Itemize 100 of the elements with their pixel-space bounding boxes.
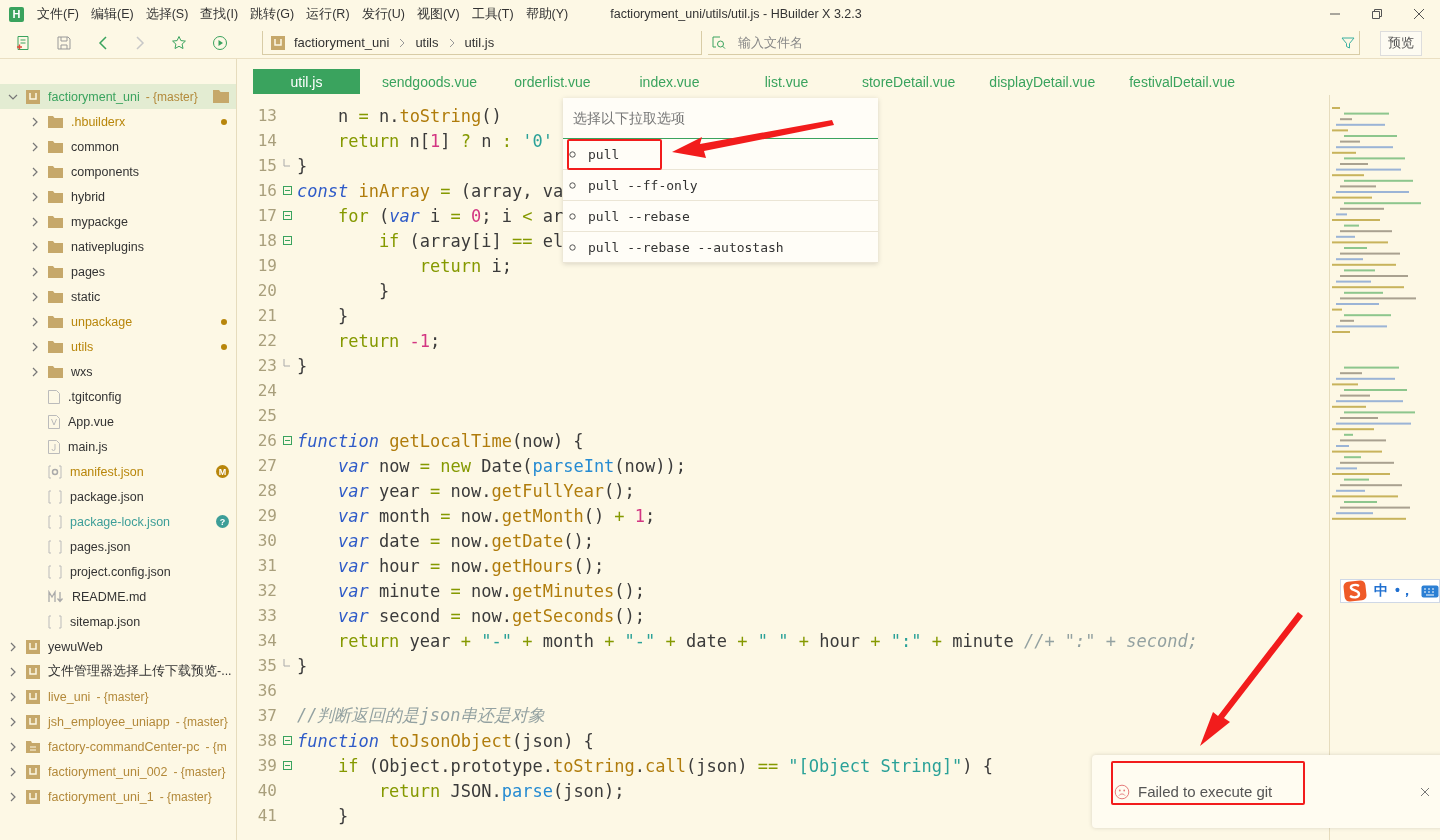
chevron-right-icon[interactable] — [8, 666, 18, 677]
folder-icon — [48, 165, 63, 178]
folder-icon — [48, 365, 63, 378]
line-number: 17 — [256, 206, 277, 225]
chevron-right-icon[interactable] — [8, 741, 18, 752]
chevron-right-icon[interactable] — [30, 166, 40, 177]
input-mode[interactable]: 中 — [1374, 582, 1388, 600]
project-icon — [271, 35, 285, 50]
menu-item[interactable]: 工具(T) — [471, 5, 514, 23]
code-line: var now = new Date(parseInt(now)); — [336, 455, 686, 476]
chevron-right-icon[interactable] — [8, 691, 18, 702]
menu-item[interactable]: 跳转(G) — [250, 5, 295, 23]
tree-item[interactable]: yewuWeb — [0, 634, 236, 659]
vue-file-icon — [48, 414, 60, 429]
fold-icon[interactable] — [282, 761, 292, 770]
tree-item[interactable]: common — [0, 134, 236, 159]
star-icon[interactable] — [171, 35, 187, 51]
chevron-right-icon[interactable] — [8, 716, 18, 727]
line-number: 29 — [256, 506, 277, 525]
option-circle-icon — [569, 212, 576, 220]
chevron-right-icon[interactable] — [30, 266, 40, 277]
back-icon[interactable] — [97, 35, 109, 51]
line-number: 23 — [256, 356, 277, 375]
chevron-right-icon[interactable] — [8, 766, 18, 777]
breadcrumb-item[interactable]: factioryment_uni — [294, 35, 390, 50]
tree-item[interactable]: mypackge — [0, 209, 236, 234]
tree-item[interactable]: .tgitconfig — [0, 384, 236, 409]
punctuation-mode[interactable]: •， — [1395, 582, 1414, 600]
tree-item[interactable]: pages.json — [0, 534, 236, 559]
tree-item[interactable]: components — [0, 159, 236, 184]
new-file-icon[interactable] — [15, 35, 31, 51]
tree-item[interactable]: package.json — [0, 484, 236, 509]
logo-icon[interactable] — [1343, 580, 1367, 602]
code-line: return JSON.parse(json); — [377, 780, 625, 801]
branch-label: - {master} — [159, 789, 212, 804]
breadcrumb-item[interactable]: utils — [415, 35, 439, 50]
run-icon[interactable] — [212, 35, 228, 51]
tree-item[interactable]: main.js — [0, 434, 236, 459]
branch-label: - {master} — [96, 689, 149, 704]
tree-item[interactable]: nativeplugins — [0, 234, 236, 259]
line-number: 25 — [256, 406, 277, 425]
fold-icon[interactable] — [282, 186, 292, 195]
project-icon — [26, 789, 40, 804]
folder-icon — [26, 740, 40, 753]
chevron-right-icon[interactable] — [30, 316, 40, 327]
close-icon[interactable] — [1413, 8, 1425, 20]
chevron-right-icon[interactable] — [30, 116, 40, 127]
tree-item[interactable]: pages — [0, 259, 236, 284]
breadcrumb-item[interactable]: util.js — [464, 35, 495, 50]
chevron-right-icon[interactable] — [8, 791, 18, 802]
folder-icon — [48, 215, 63, 228]
tree-item-label: README.md — [72, 589, 147, 604]
chevron-right-icon[interactable] — [8, 641, 18, 652]
fold-icon[interactable] — [282, 436, 292, 445]
chevron-right-icon[interactable] — [30, 341, 40, 352]
chevron-right-icon[interactable] — [30, 291, 40, 302]
preview-button[interactable]: 预览 — [1380, 30, 1422, 56]
menu-item[interactable]: 帮助(Y) — [525, 5, 569, 23]
code-line: //判断返回的是json串还是对象 — [297, 704, 546, 727]
fold-icon[interactable] — [282, 211, 292, 220]
chevron-right-icon[interactable] — [30, 216, 40, 227]
tree-item[interactable]: project.config.json — [0, 559, 236, 584]
menu-item[interactable]: 编辑(E) — [90, 5, 134, 23]
restore-icon[interactable] — [1371, 8, 1383, 20]
tree-item[interactable]: hybrid — [0, 184, 236, 209]
tree-item[interactable]: sitemap.json — [0, 609, 236, 634]
tree-item-label: wxs — [71, 364, 93, 379]
line-number: 39 — [256, 756, 277, 775]
chevron-right-icon[interactable] — [30, 191, 40, 202]
code-line: } — [336, 305, 349, 326]
close-icon[interactable] — [1420, 786, 1430, 797]
menu-item[interactable]: 发行(U) — [361, 5, 405, 23]
menu-option[interactable]: pull --rebase --autostash — [563, 232, 878, 263]
filter-icon[interactable] — [1341, 35, 1355, 50]
menu-item[interactable]: 查找(I) — [200, 5, 239, 23]
tree-item[interactable]: static — [0, 284, 236, 309]
project-icon — [26, 689, 40, 704]
line-number: 27 — [256, 456, 277, 475]
tree-item[interactable]: App.vue — [0, 409, 236, 434]
menu-item[interactable]: 文件(F) — [37, 5, 79, 23]
menu-item[interactable]: 选择(S) — [145, 5, 189, 23]
fold-icon[interactable] — [282, 236, 292, 245]
menu-option[interactable]: pull --ff-only — [563, 170, 878, 201]
branch-label: - {m — [205, 739, 227, 754]
keyboard-icon[interactable] — [1420, 584, 1439, 598]
tree-item[interactable]: README.md — [0, 584, 236, 609]
menu-item[interactable]: 视图(V) — [416, 5, 460, 23]
menu-option[interactable]: pull --rebase — [563, 201, 878, 232]
line-number: 24 — [256, 381, 277, 400]
tree-item[interactable]: wxs — [0, 359, 236, 384]
tree-item[interactable]: 文件管理器选择上传下载预览-... — [0, 659, 236, 684]
tree-item-label: hybrid — [71, 189, 106, 204]
search-field[interactable]: 输入文件名 — [736, 34, 1331, 51]
chevron-right-icon[interactable] — [30, 141, 40, 152]
fold-icon[interactable] — [282, 736, 292, 745]
chevron-right-icon[interactable] — [30, 241, 40, 252]
pull-option-field[interactable]: 选择以下拉取选项 — [563, 98, 878, 139]
chevron-right-icon[interactable] — [30, 366, 40, 377]
folder-icon — [48, 265, 63, 278]
menu-item[interactable]: 运行(R) — [306, 5, 350, 23]
